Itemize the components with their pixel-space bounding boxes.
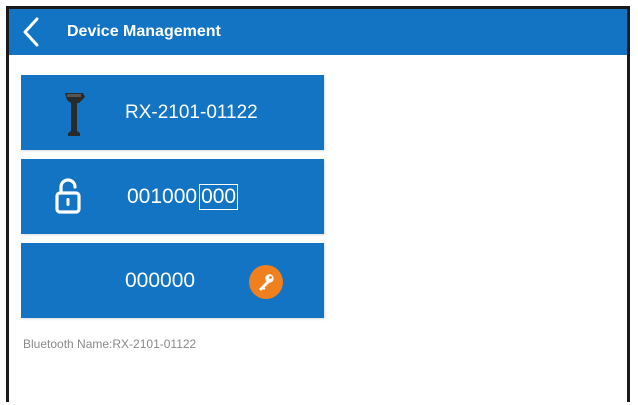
key-icon — [259, 274, 274, 291]
pin-card[interactable]: 000000 — [21, 243, 324, 318]
barcode-scanner-icon — [65, 93, 85, 136]
access-code-prefix: 001000 — [127, 185, 198, 208]
app-window: Device Management RX-2101-01122 001000 00… — [6, 6, 630, 402]
unlock-icon — [55, 178, 81, 214]
device-card[interactable]: RX-2101-01122 — [21, 75, 324, 150]
access-code-card[interactable]: 001000 000 — [21, 159, 324, 234]
key-button[interactable] — [249, 265, 283, 299]
pin-value: 000000 — [125, 269, 196, 292]
back-button[interactable] — [9, 9, 53, 55]
page-title: Device Management — [67, 23, 221, 40]
chevron-left-icon — [23, 17, 39, 47]
app-bar: Device Management — [9, 9, 627, 55]
bluetooth-name: Bluetooth Name:RX-2101-01122 — [23, 337, 197, 351]
device-id: RX-2101-01122 — [125, 102, 258, 123]
access-code-suffix[interactable]: 000 — [199, 184, 239, 210]
access-code: 001000 000 — [127, 159, 239, 234]
